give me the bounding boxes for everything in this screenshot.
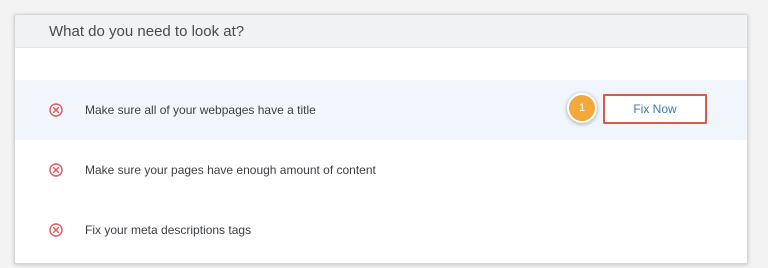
issue-row-webpage-titles: Make sure all of your webpages have a ti… — [15, 80, 747, 140]
issue-label: Make sure your pages have enough amount … — [85, 163, 376, 177]
issues-panel: What do you need to look at? Make sure a… — [14, 14, 748, 264]
issue-row-content-amount: Make sure your pages have enough amount … — [15, 140, 747, 200]
panel-title: What do you need to look at? — [49, 22, 245, 40]
issue-label: Make sure all of your webpages have a ti… — [85, 103, 316, 117]
circle-x-icon — [49, 223, 63, 237]
header-spacer — [15, 48, 747, 80]
issue-row-meta-descriptions: Fix your meta descriptions tags — [15, 200, 747, 260]
circle-x-icon — [49, 163, 63, 177]
fix-now-button[interactable]: Fix Now — [603, 94, 707, 124]
circle-x-icon — [49, 103, 63, 117]
issue-label: Fix your meta descriptions tags — [85, 223, 252, 237]
step-badge: 1 — [567, 93, 597, 123]
panel-header: What do you need to look at? — [15, 15, 747, 48]
